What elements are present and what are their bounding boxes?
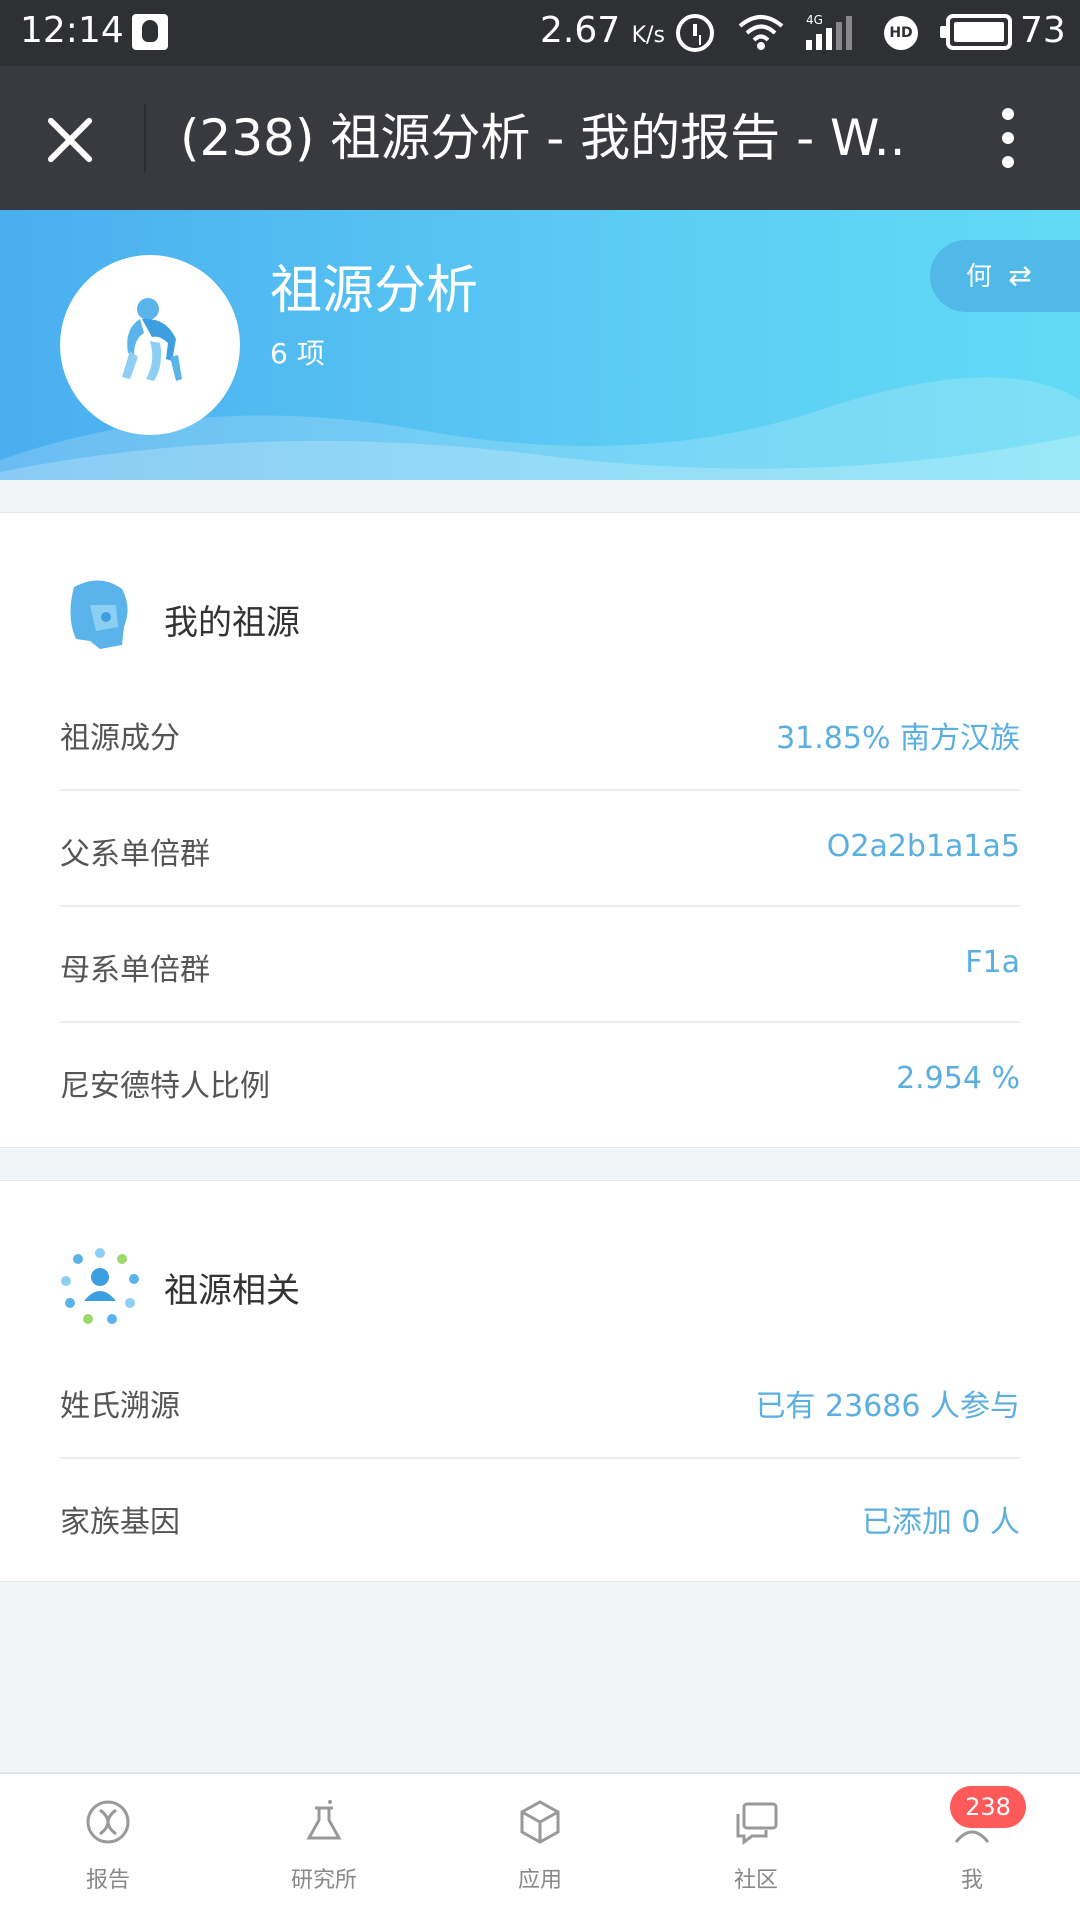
swap-icon: ⇄ (1008, 259, 1032, 292)
row-label: 祖源成分 (60, 721, 180, 756)
nav-apps[interactable]: 应用 (440, 1788, 640, 1908)
bottom-nav: 报告 研究所 应用 社区 我 (0, 1772, 1080, 1920)
alarm-icon (676, 14, 714, 52)
ancestry-row-neanderthal[interactable]: 尼安德特人比例 2.954 % (60, 1023, 1020, 1139)
ape-icon (122, 298, 182, 381)
related-row-family[interactable]: 家族基因 已添加 0 人 (60, 1459, 1020, 1575)
row-value: 31.85% 南方汉族 (776, 721, 1020, 756)
row-value: 2.954 % (896, 1061, 1020, 1096)
header-title: 祖源分析 (270, 261, 479, 321)
nav-label: 社区 (733, 1868, 778, 1893)
row-label: 尼安德特人比例 (60, 1069, 270, 1104)
row-value: 已添加 0 人 (861, 1505, 1020, 1540)
network-speed-unit: K/s (631, 23, 665, 48)
title-bar: (238) 祖源分析 - 我的报告 - W.. (0, 66, 1080, 210)
wifi-icon (738, 15, 784, 50)
ancestry-related-card: 祖源相关 姓氏溯源 已有 23686 人参与 家族基因 已添加 0 人 (0, 1180, 1080, 1582)
notification-badge: 238 (950, 1786, 1026, 1828)
signal-4g-icon: 4G (806, 13, 852, 50)
qq-notification-icon (132, 14, 168, 50)
hd-voice-icon: HD (884, 16, 918, 50)
my-ancestry-title: 我的祖源 (164, 603, 300, 643)
row-label: 父系单倍群 (60, 837, 210, 872)
network-speed-value: 2.67 (540, 10, 621, 51)
title-divider (144, 104, 146, 172)
nav-label: 我 (960, 1868, 983, 1893)
ancestry-row-paternal[interactable]: 父系单倍群 O2a2b1a1a5 (60, 791, 1020, 907)
flask-icon (306, 1800, 342, 1840)
switch-user-label: 何 (966, 262, 993, 292)
more-menu-icon[interactable] (1000, 108, 1016, 168)
dna-icon (86, 1800, 130, 1844)
ape-avatar (60, 255, 240, 435)
row-label: 家族基因 (60, 1505, 180, 1540)
row-value: O2a2b1a1a5 (826, 829, 1020, 864)
nav-community[interactable]: 社区 (656, 1788, 856, 1908)
page-title: (238) 祖源分析 - 我的报告 - W.. (180, 109, 906, 167)
close-icon[interactable] (44, 114, 96, 166)
ancestry-related-title: 祖源相关 (164, 1271, 300, 1311)
my-ancestry-card: 我的祖源 祖源成分 31.85% 南方汉族 父系单倍群 O2a2b1a1a5 母… (0, 512, 1080, 1148)
ancestry-row-maternal[interactable]: 母系单倍群 F1a (60, 907, 1020, 1023)
battery-icon (940, 14, 1012, 50)
cube-icon (520, 1800, 560, 1844)
nav-label: 报告 (85, 1868, 130, 1893)
nav-report[interactable]: 报告 (8, 1788, 208, 1908)
status-bar: 12:14 2.67 K/s 4G HD 73 (0, 0, 1080, 66)
row-label: 母系单倍群 (60, 953, 210, 988)
battery-level: 73 (1020, 10, 1066, 51)
row-label: 姓氏溯源 (60, 1389, 180, 1424)
network-speed: 2.67 K/s (540, 10, 665, 51)
network-people-icon (61, 1248, 139, 1324)
header-count: 6 项 (270, 337, 325, 370)
related-row-surname[interactable]: 姓氏溯源 已有 23686 人参与 (60, 1343, 1020, 1459)
chat-icon (736, 1802, 778, 1845)
switch-user-button[interactable]: 何 ⇄ (930, 240, 1080, 312)
row-value: F1a (965, 945, 1020, 980)
nav-institute[interactable]: 研究所 (224, 1788, 424, 1908)
status-time: 12:14 (20, 10, 124, 51)
nav-label: 研究所 (290, 1868, 357, 1893)
ancestry-row-composition[interactable]: 祖源成分 31.85% 南方汉族 (60, 675, 1020, 791)
ancestry-head-icon (70, 580, 128, 649)
row-value: 已有 23686 人参与 (755, 1389, 1020, 1424)
svg-text:4G: 4G (806, 13, 823, 27)
header-banner: 祖源分析 6 项 何 ⇄ (0, 210, 1080, 480)
nav-label: 应用 (517, 1868, 562, 1893)
